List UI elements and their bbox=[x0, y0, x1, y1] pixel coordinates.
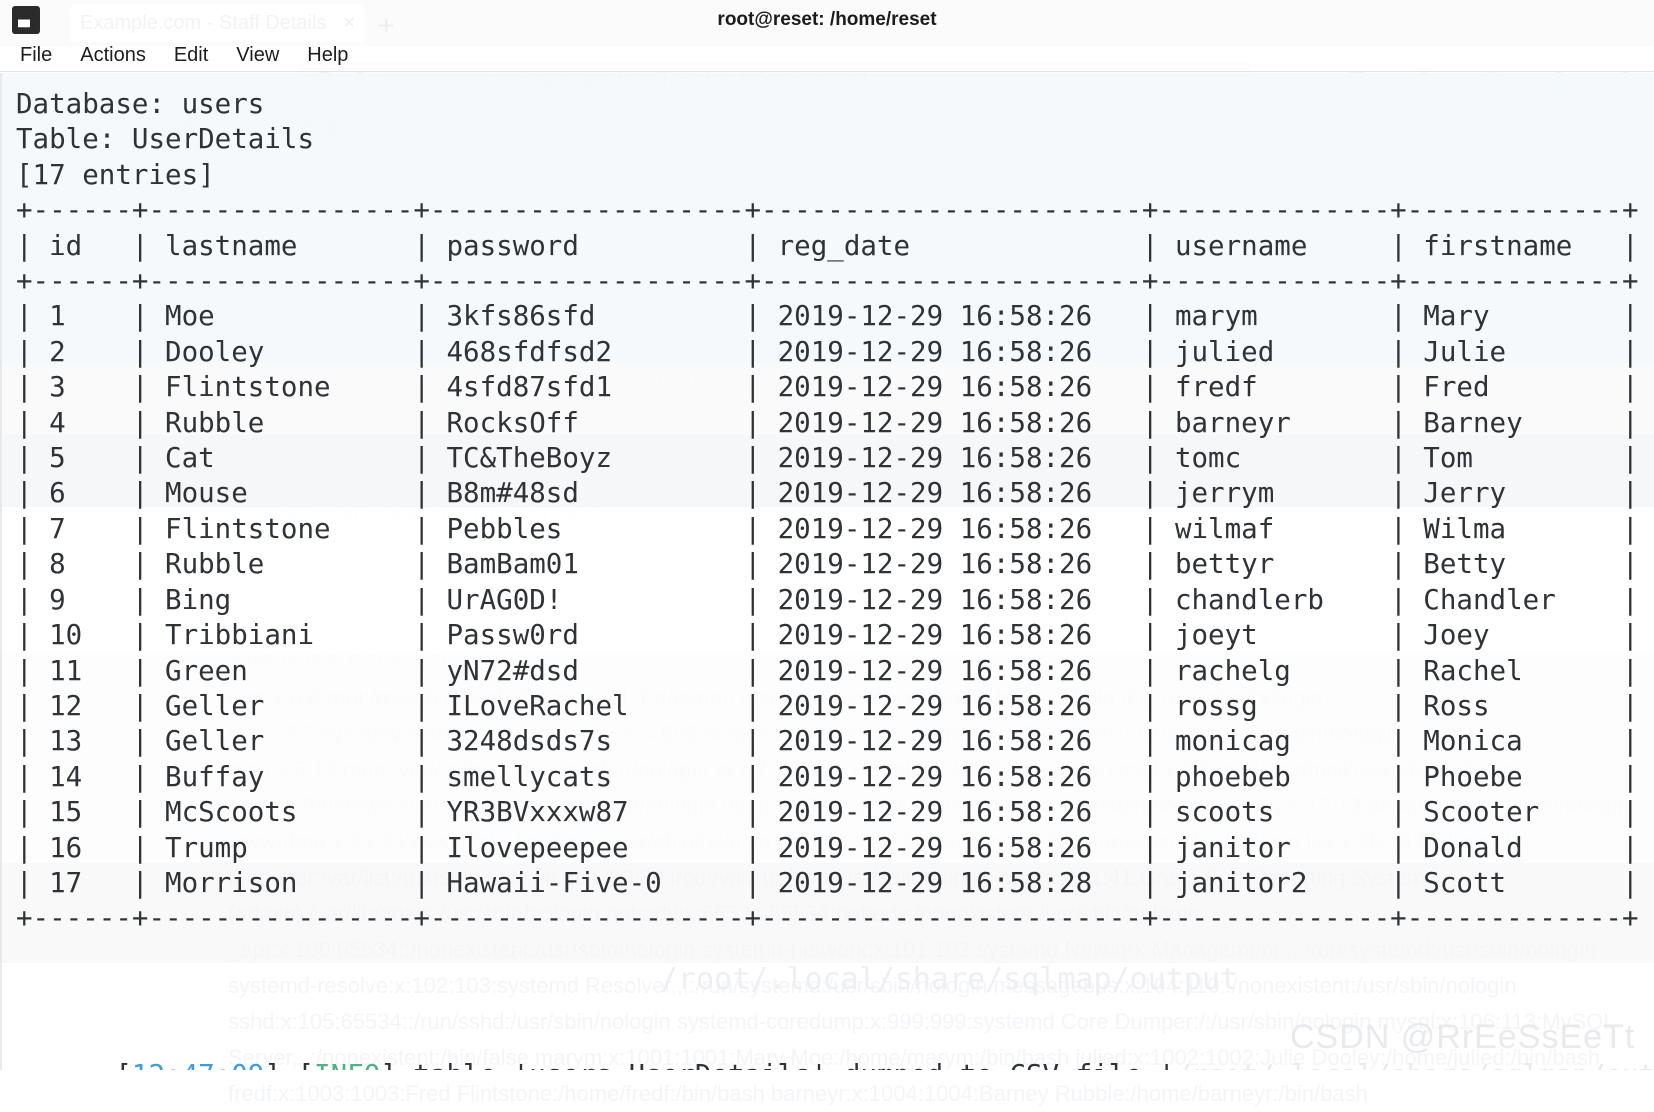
terminal-icon: ▄▖ bbox=[12, 6, 40, 34]
menu-actions[interactable]: Actions bbox=[66, 44, 160, 67]
menu-view[interactable]: View bbox=[222, 44, 293, 67]
sqlmap-dump-table: Database: users Table: UserDetails [17 e… bbox=[16, 88, 1639, 935]
log-level-close: ] bbox=[380, 1059, 413, 1070]
log-bracket-open: [ bbox=[115, 1059, 132, 1070]
menu-file[interactable]: File bbox=[16, 44, 66, 67]
menu-edit[interactable]: Edit bbox=[160, 44, 222, 67]
log-bracket-close: ] [ bbox=[264, 1059, 314, 1070]
status-log-line: [12:47:09] [INFO] table 'users.UserDetai… bbox=[16, 1023, 1654, 1070]
log-message: table 'users.UserDetails' dumped to CSV … bbox=[413, 1059, 1175, 1070]
terminal-window: ▄▖ root@reset: /home/reset File Actions … bbox=[0, 0, 1654, 1070]
menu-bar: File Actions Edit View Help bbox=[0, 40, 1654, 72]
terminal-icon-glyph: ▄▖ bbox=[18, 12, 34, 28]
log-timestamp: 12:47:09 bbox=[132, 1059, 264, 1070]
log-output-path: /root/.local/share/sqlmap/output bbox=[1175, 1059, 1654, 1070]
terminal-output-area[interactable]: Database: users Table: UserDetails [17 e… bbox=[0, 73, 1654, 1070]
window-title: root@reset: /home/reset bbox=[717, 9, 937, 30]
title-bar: ▄▖ root@reset: /home/reset bbox=[0, 0, 1654, 40]
menu-help[interactable]: Help bbox=[293, 44, 362, 67]
log-level: INFO bbox=[314, 1059, 380, 1070]
